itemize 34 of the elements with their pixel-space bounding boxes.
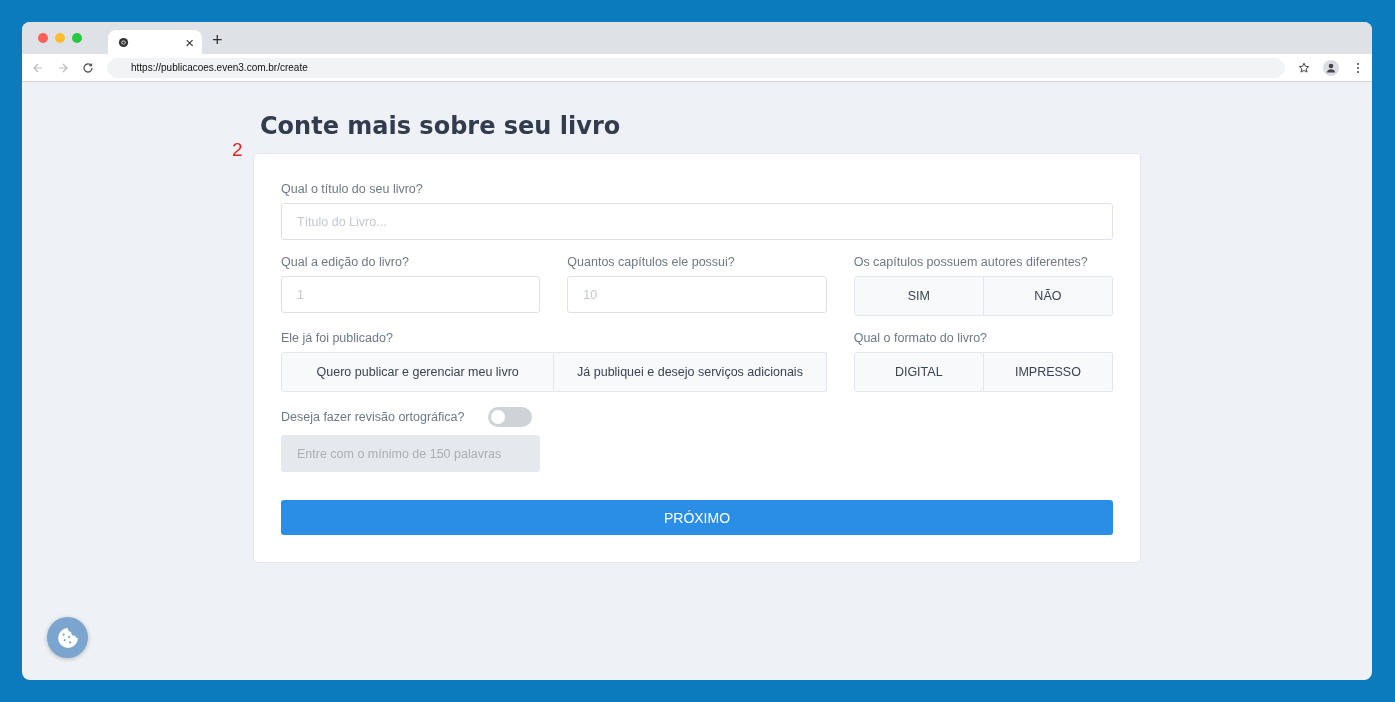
edition-input[interactable]: 1	[281, 276, 541, 313]
cookie-button[interactable]	[47, 617, 88, 658]
close-window-icon[interactable]	[38, 33, 48, 43]
step-number: 2	[232, 139, 243, 161]
field-label: Qual a edição do livro?	[281, 255, 410, 269]
cookie-icon	[56, 626, 79, 649]
field-label: Deseja fazer revisão ortográfica?	[281, 410, 465, 424]
chapters-input[interactable]: 10	[567, 276, 827, 313]
new-tab-button[interactable]: +	[212, 30, 223, 51]
field-label: Ele já foi publicado?	[281, 331, 394, 345]
field-label: Qual o formato do livro?	[853, 331, 989, 345]
menu-icon[interactable]	[1356, 61, 1360, 74]
maximize-window-icon[interactable]	[72, 33, 82, 43]
option-button[interactable]: Quero publicar e gerenciar meu livro	[281, 352, 555, 392]
option-button[interactable]: SIM	[853, 276, 984, 316]
browser-logo-icon	[118, 36, 129, 48]
star-icon[interactable]	[1298, 61, 1310, 74]
field-label: Quantos capítulos ele possui?	[567, 255, 736, 269]
option-button[interactable]: DIGITAL	[853, 352, 984, 392]
reload-icon[interactable]	[82, 61, 94, 74]
option-button[interactable]: IMPRESSO	[983, 352, 1113, 392]
minimize-window-icon[interactable]	[55, 33, 65, 43]
option-button[interactable]: NÃO	[983, 276, 1113, 316]
field-label: Qual o título do seu livro?	[281, 182, 424, 196]
address-bar[interactable]: https://publicacoes.even3.com.br/create	[107, 57, 1285, 78]
page-heading: Conte mais sobre seu livro	[260, 112, 622, 140]
back-arrow-icon[interactable]	[32, 61, 44, 74]
field-label: Os capítulos possuem autores diferentes?	[853, 255, 1089, 269]
title-input[interactable]: Título do Livro...	[281, 203, 1113, 240]
forward-arrow-icon[interactable]	[57, 61, 69, 74]
profile-icon[interactable]	[1323, 59, 1339, 76]
browser-tab[interactable]: ×	[108, 30, 202, 54]
close-tab-button[interactable]: ×	[185, 33, 194, 51]
option-button[interactable]: Já publiquei e desejo serviços adicionais	[554, 352, 827, 392]
